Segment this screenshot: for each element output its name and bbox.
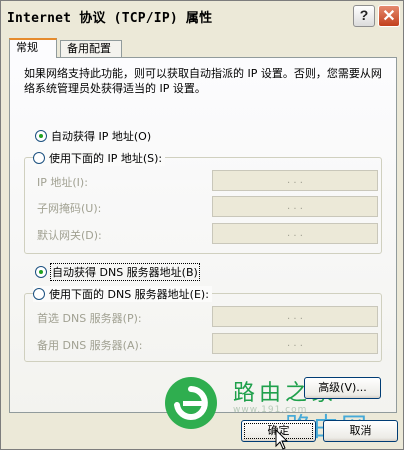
radio-manual-dns[interactable]: 使用下面的 DNS 服务器地址(E): <box>33 286 212 302</box>
subnet-mask-input[interactable]: . . . <box>212 196 378 217</box>
radio-manual-ip-label: 使用下面的 IP 地址(S): <box>49 152 163 165</box>
alternate-dns-input[interactable]: . . . <box>212 333 378 354</box>
radio-auto-ip-indicator <box>35 130 47 142</box>
radio-auto-dns-indicator <box>35 266 47 278</box>
close-icon: ✕ <box>382 8 396 25</box>
ip-address-input[interactable]: . . . <box>212 170 378 191</box>
subnet-mask-dots: . . . <box>287 201 303 212</box>
tab-alternate-config[interactable]: 备用配置 <box>60 40 122 57</box>
default-gateway-input[interactable]: . . . <box>212 223 378 244</box>
default-gateway-dots: . . . <box>287 228 303 239</box>
tab-general[interactable]: 常规 <box>9 38 57 58</box>
radio-manual-dns-indicator <box>33 288 45 300</box>
preferred-dns-label: 首选 DNS 服务器(P): <box>37 312 142 325</box>
cancel-button[interactable]: 取消 <box>323 420 398 442</box>
window-title: Internet 协议 (TCP/IP) 属性 <box>7 11 213 26</box>
radio-auto-ip-label: 自动获得 IP 地址(O) <box>51 130 152 143</box>
radio-auto-ip[interactable]: 自动获得 IP 地址(O) <box>35 128 151 144</box>
help-button[interactable]: ? <box>353 5 375 27</box>
advanced-button[interactable]: 高级(V)... <box>304 377 381 399</box>
preferred-dns-dots: . . . <box>287 311 303 322</box>
mouse-cursor-icon <box>275 429 289 450</box>
default-gateway-label: 默认网关(D): <box>37 229 102 242</box>
alternate-dns-dots: . . . <box>287 338 303 349</box>
dialog-window: Internet 协议 (TCP/IP) 属性 ? ✕ 常规 备用配置 如果网络… <box>0 0 404 450</box>
radio-manual-dns-label: 使用下面的 DNS 服务器地址(E): <box>49 288 209 301</box>
watermark-logo-icon <box>165 377 217 429</box>
ip-address-dots: . . . <box>287 175 303 186</box>
close-button[interactable]: ✕ <box>378 5 400 27</box>
title-bar[interactable]: Internet 协议 (TCP/IP) 属性 ? ✕ <box>1 1 403 33</box>
subnet-mask-label: 子网掩码(U): <box>37 202 102 215</box>
radio-auto-dns[interactable]: 自动获得 DNS 服务器地址(B) <box>35 263 200 281</box>
radio-manual-ip-indicator <box>33 152 45 164</box>
description-text: 如果网络支持此功能，则可以获取自动指派的 IP 设置。否则，您需要从网络系统管理… <box>24 67 382 95</box>
radio-manual-ip[interactable]: 使用下面的 IP 地址(S): <box>33 150 166 166</box>
ip-address-label: IP 地址(I): <box>37 176 88 189</box>
help-icon: ? <box>359 7 369 23</box>
radio-auto-dns-label: 自动获得 DNS 服务器地址(B) <box>50 263 200 281</box>
alternate-dns-label: 备用 DNS 服务器(A): <box>37 339 143 352</box>
preferred-dns-input[interactable]: . . . <box>212 306 378 327</box>
